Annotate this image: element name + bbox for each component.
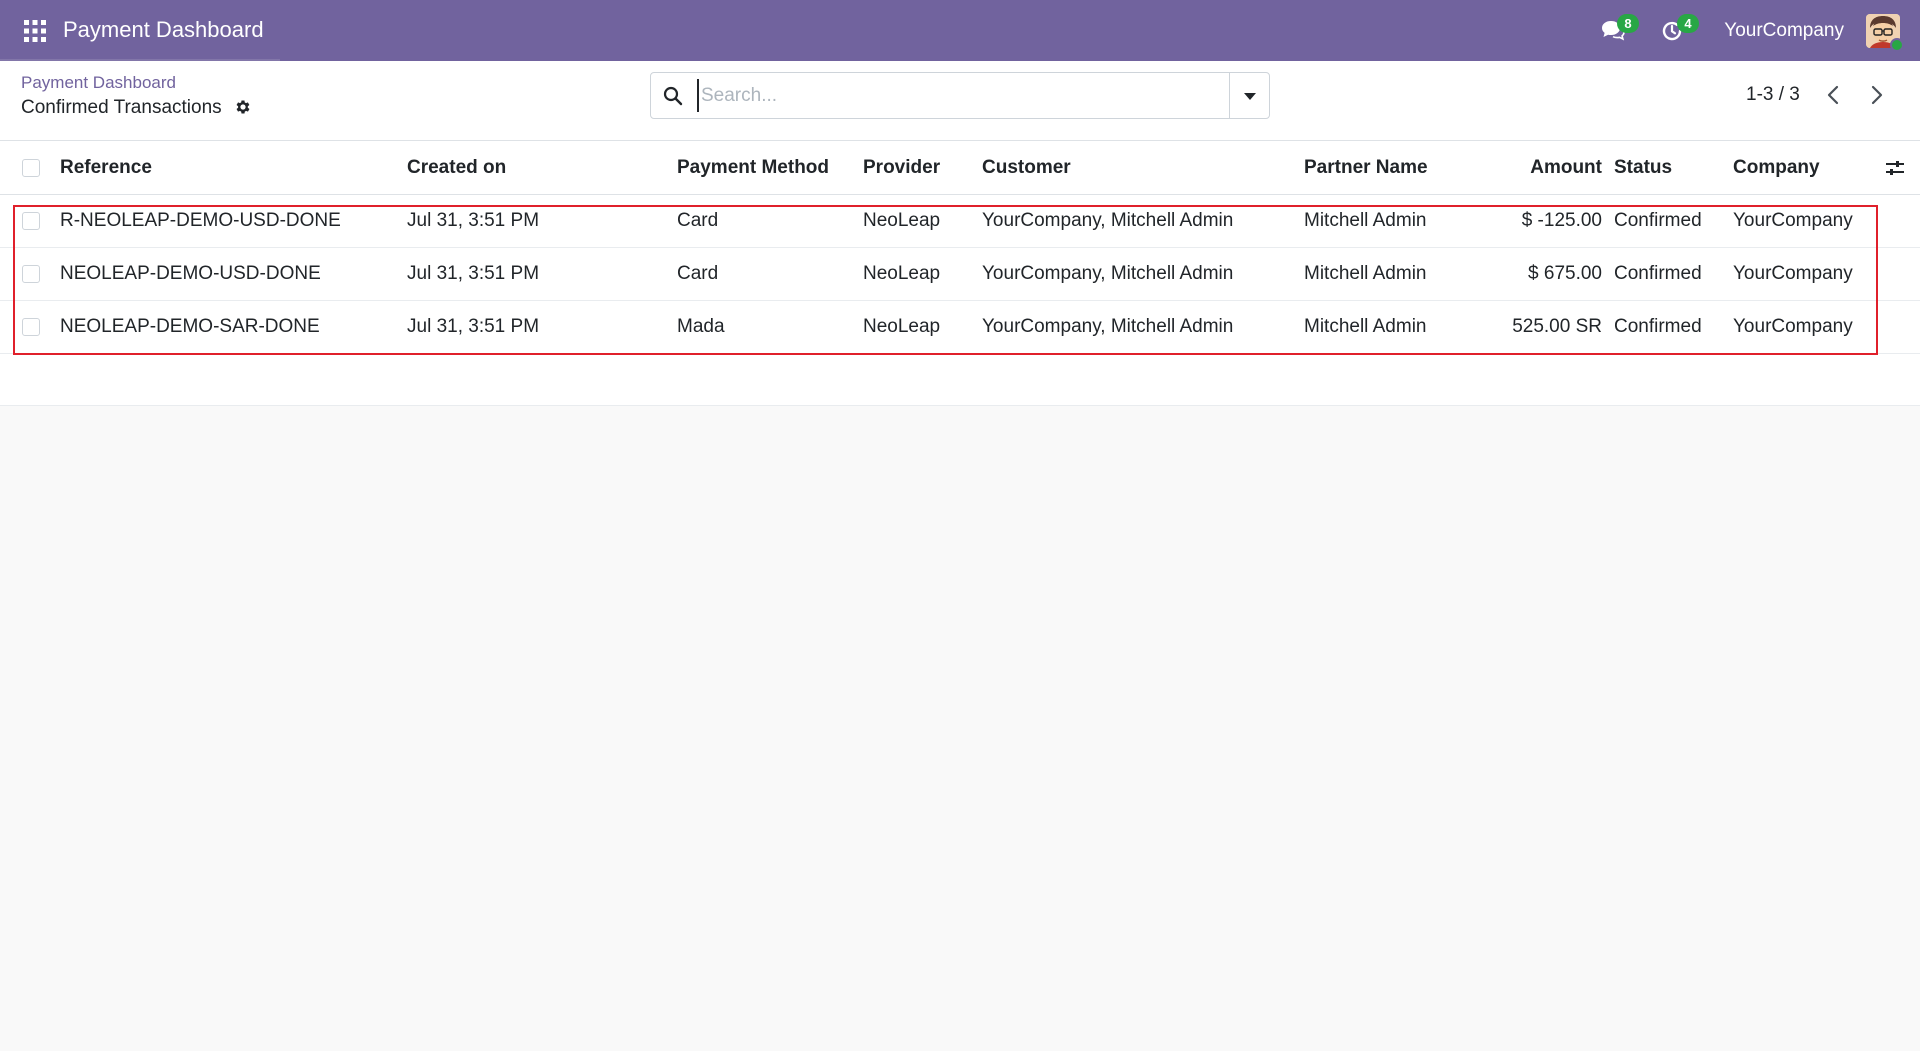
row-checkbox[interactable] [22, 265, 40, 283]
breadcrumb-parent-link[interactable]: Payment Dashboard [21, 73, 176, 93]
cell-customer: YourCompany, Mitchell Admin [982, 263, 1234, 284]
activities-badge: 4 [1677, 14, 1699, 33]
cell-partner-name: Mitchell Admin [1304, 316, 1427, 337]
cell-provider: NeoLeap [863, 316, 941, 337]
cell-customer: YourCompany, Mitchell Admin [982, 210, 1234, 231]
user-avatar[interactable] [1866, 14, 1904, 52]
column-header-reference[interactable]: Reference [60, 141, 152, 194]
gear-icon [236, 100, 250, 114]
row-checkbox[interactable] [22, 212, 40, 230]
apps-menu-button[interactable] [18, 14, 52, 48]
cell-reference: R-NEOLEAP-DEMO-USD-DONE [60, 210, 341, 231]
select-all-checkbox[interactable] [22, 159, 40, 177]
breadcrumb-current: Confirmed Transactions [21, 97, 222, 118]
cell-partner-name: Mitchell Admin [1304, 263, 1427, 284]
cell-created-on: Jul 31, 3:51 PM [407, 263, 540, 284]
column-header-amount[interactable]: Amount [1480, 141, 1602, 194]
column-header-company[interactable]: Company [1733, 141, 1820, 194]
activities-button[interactable]: 4 [1656, 14, 1699, 47]
cell-reference: NEOLEAP-DEMO-SAR-DONE [60, 316, 320, 337]
cell-status: Confirmed [1614, 316, 1702, 337]
messages-badge: 8 [1617, 14, 1639, 33]
cell-customer: YourCompany, Mitchell Admin [982, 316, 1234, 337]
optional-columns-toggle[interactable] [1884, 157, 1906, 179]
table-row[interactable]: NEOLEAP-DEMO-SAR-DONE Jul 31, 3:51 PM Ma… [0, 301, 1920, 354]
cell-provider: NeoLeap [863, 263, 941, 284]
cell-provider: NeoLeap [863, 210, 941, 231]
company-switcher[interactable]: YourCompany [1724, 20, 1844, 42]
chevron-left-icon [1827, 85, 1839, 105]
app-title[interactable]: Payment Dashboard [63, 17, 264, 43]
column-header-created-on[interactable]: Created on [407, 141, 506, 194]
messages-button[interactable]: 8 [1596, 14, 1639, 47]
pager-value[interactable]: 1-3 / 3 [1746, 84, 1800, 106]
chevron-right-icon [1871, 85, 1883, 105]
table-header-row: Reference Created on Payment Method Prov… [0, 141, 1920, 195]
cell-amount: 525.00 SR [1512, 316, 1602, 337]
pager-previous-button[interactable] [1820, 81, 1848, 109]
empty-table-row [0, 354, 1920, 406]
column-header-payment-method[interactable]: Payment Method [677, 141, 829, 194]
cell-payment-method: Card [677, 263, 719, 284]
column-header-partner-name[interactable]: Partner Name [1304, 141, 1428, 194]
search-bar [650, 72, 1270, 119]
column-header-provider[interactable]: Provider [863, 141, 940, 194]
cell-company: YourCompany [1733, 210, 1853, 231]
cell-status: Confirmed [1614, 263, 1702, 284]
column-header-customer[interactable]: Customer [982, 141, 1071, 194]
cell-payment-method: Card [677, 210, 719, 231]
online-status-dot [1890, 38, 1904, 52]
cell-partner-name: Mitchell Admin [1304, 210, 1427, 231]
search-input[interactable] [697, 79, 1177, 112]
cell-created-on: Jul 31, 3:51 PM [407, 316, 540, 337]
cell-payment-method: Mada [677, 316, 725, 337]
cell-created-on: Jul 31, 3:51 PM [407, 210, 540, 231]
row-checkbox[interactable] [22, 318, 40, 336]
cell-company: YourCompany [1733, 316, 1853, 337]
table-row[interactable]: R-NEOLEAP-DEMO-USD-DONE Jul 31, 3:51 PM … [0, 195, 1920, 248]
cell-amount: $ 675.00 [1528, 263, 1602, 284]
control-panel: Payment Dashboard Confirmed Transactions… [0, 61, 1920, 141]
cell-status: Confirmed [1614, 210, 1702, 231]
cell-company: YourCompany [1733, 263, 1853, 284]
top-navbar: Payment Dashboard 8 4 YourCompany [0, 0, 1920, 61]
grid-icon [24, 20, 46, 42]
search-icon [663, 86, 683, 106]
column-header-status[interactable]: Status [1614, 141, 1672, 194]
pager-next-button[interactable] [1862, 81, 1890, 109]
table-row[interactable]: NEOLEAP-DEMO-USD-DONE Jul 31, 3:51 PM Ca… [0, 248, 1920, 301]
cell-amount: $ -125.00 [1521, 210, 1602, 231]
sliders-icon [1886, 161, 1904, 175]
actions-gear-button[interactable] [234, 98, 254, 118]
search-options-toggle[interactable] [1229, 73, 1269, 118]
cell-reference: NEOLEAP-DEMO-USD-DONE [60, 263, 321, 284]
